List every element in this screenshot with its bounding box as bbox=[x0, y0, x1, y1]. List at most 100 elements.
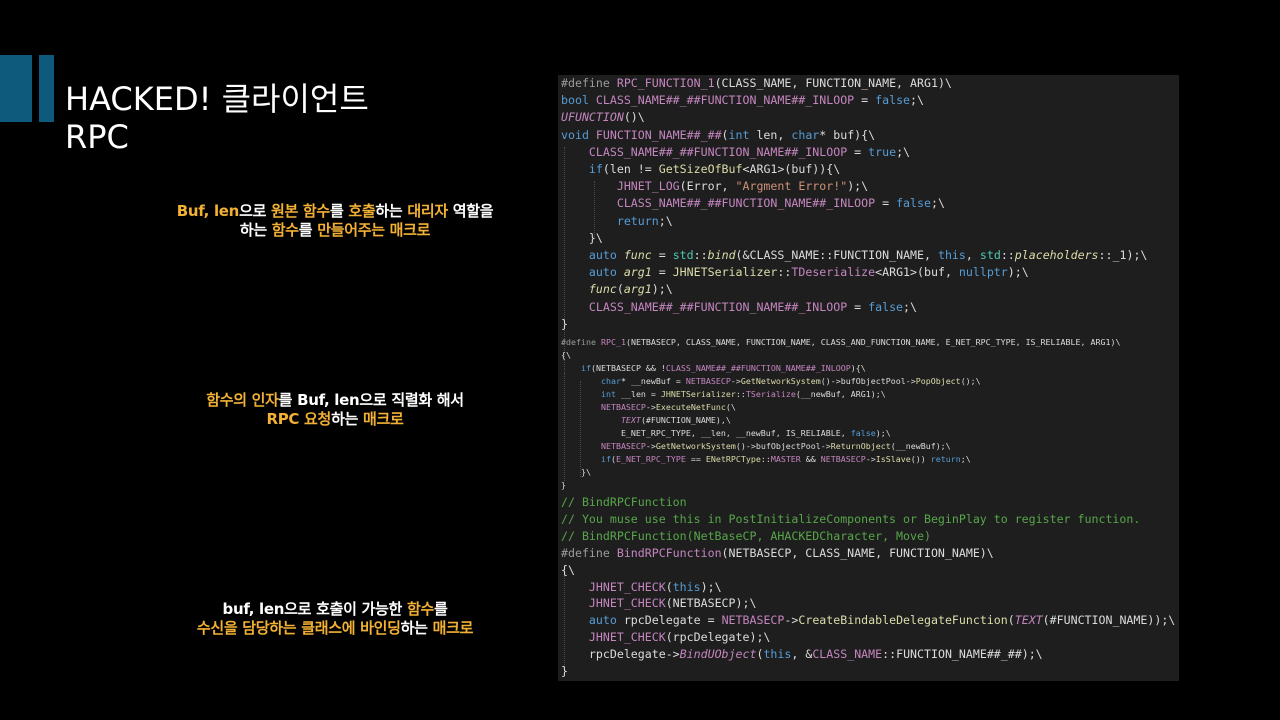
code-token: "Argment Error!" bbox=[735, 179, 848, 194]
code-token: , bbox=[965, 248, 980, 262]
code-line: int __len = JHNETSerializer::TSerialize(… bbox=[561, 389, 886, 399]
code-token: CLASS_NAME##_##FUNCTION_NAME##_INLOOP bbox=[561, 144, 848, 159]
code-token: :: bbox=[760, 454, 771, 464]
code-token: E_NET_RPC_TYPE, __len, __newBuf, IS_RELI… bbox=[561, 428, 851, 438]
code-token: int bbox=[728, 127, 757, 142]
code-token: NETBASECP bbox=[561, 441, 646, 451]
note-text: 으로 bbox=[284, 600, 317, 618]
code-token: ()) bbox=[910, 454, 931, 464]
code-token: CLASS_NAME##_##FUNCTION_NAME##_INLOOP bbox=[595, 93, 855, 108]
code-line: CLASS_NAME##_##FUNCTION_NAME##_INLOOP = … bbox=[561, 300, 917, 314]
code-token: GetNetworkSystem bbox=[655, 441, 736, 451]
note-text: 를 bbox=[278, 391, 298, 409]
note-text: 하는 bbox=[375, 202, 408, 220]
code-token: PopObject bbox=[915, 376, 961, 386]
slide-title: HACKED! 클라이언트 RPC bbox=[65, 80, 369, 156]
code-token: } bbox=[561, 664, 568, 678]
note-text: 함수의 인자 bbox=[206, 391, 279, 409]
code-token: std bbox=[979, 248, 1001, 262]
note-text: 함수 bbox=[271, 221, 299, 239]
note-delegate-macro: Buf, len으로 원본 함수를 호출하는 대리자 역할을 하는 함수를 만들… bbox=[120, 202, 550, 240]
code-token: );\ bbox=[651, 282, 673, 297]
code-token: this bbox=[937, 248, 966, 262]
code-token: ( bbox=[616, 282, 624, 297]
code-token: -> bbox=[865, 454, 876, 464]
note-text: 역할을 bbox=[447, 202, 494, 220]
code-token: = bbox=[847, 144, 869, 159]
note-text: 으로 bbox=[239, 202, 271, 220]
code-token: false bbox=[875, 93, 911, 108]
code-token: rpcDelegate-> bbox=[561, 647, 680, 662]
code-token: );\ bbox=[1007, 265, 1029, 280]
code-token: }\ bbox=[561, 230, 603, 245]
code-token: (NETBASECP);\ bbox=[665, 596, 757, 611]
code-line: CLASS_NAME##_##FUNCTION_NAME##_INLOOP = … bbox=[561, 196, 945, 210]
code-token: (#FUNCTION_NAME));\ bbox=[1042, 613, 1176, 628]
code-line: void FUNCTION_NAME##_##(int len, char* b… bbox=[561, 128, 875, 142]
code-line: TEXT(#FUNCTION_NAME),\ bbox=[561, 415, 731, 425]
note-text: 하는 bbox=[239, 221, 272, 239]
code-line: } bbox=[561, 480, 566, 490]
code-token: E_NET_RPC_TYPE bbox=[615, 454, 686, 464]
code-token: BindUObject bbox=[679, 647, 757, 662]
code-token: } bbox=[561, 480, 566, 490]
note-text: buf, len bbox=[222, 600, 285, 618]
code-token: JHNETSerializer bbox=[672, 265, 778, 280]
code-token: true bbox=[868, 144, 897, 159]
code-token: bind bbox=[707, 248, 736, 262]
code-token: (NETBASECP, CLASS_NAME, FUNCTION_NAME)\ bbox=[721, 545, 994, 560]
code-token: NETBASECP bbox=[685, 376, 731, 386]
code-token: :: bbox=[1000, 248, 1015, 262]
code-token: NETBASECP bbox=[820, 454, 866, 464]
code-token: = bbox=[875, 196, 897, 211]
note-serialize-macro: 함수의 인자를 Buf, len으로 직렬화 해서 RPC 요청하는 매크로 bbox=[120, 391, 550, 429]
code-token: JHNETSerializer bbox=[660, 389, 736, 399]
code-token: int bbox=[561, 389, 621, 399]
code-token: if bbox=[561, 363, 591, 373]
code-token: * __newBuf = bbox=[620, 376, 686, 386]
code-screenshot: #define RPC_FUNCTION_1(CLASS_NAME, FUNCT… bbox=[558, 75, 1179, 681]
accent-bar-right bbox=[39, 55, 54, 122]
code-token: ;\ bbox=[658, 213, 673, 228]
code-line: char* __newBuf = NETBASECP->GetNetworkSy… bbox=[561, 376, 981, 386]
code-token: if bbox=[561, 162, 603, 176]
code-token: #define bbox=[561, 545, 617, 560]
code-token: -> bbox=[730, 376, 741, 386]
slide-title-line1: HACKED! 클라이언트 bbox=[65, 80, 369, 118]
code-token: :: bbox=[735, 389, 746, 399]
code-token: }\ bbox=[561, 467, 591, 477]
note-text: 으로 bbox=[359, 391, 392, 409]
code-token: // You muse use this in PostInitializeCo… bbox=[561, 511, 1141, 526]
code-line: {\ bbox=[561, 350, 571, 360]
slide-title-line2: RPC bbox=[65, 118, 129, 156]
code-line: bool CLASS_NAME##_##FUNCTION_NAME##_INLO… bbox=[561, 93, 924, 107]
code-token: (&CLASS_NAME::FUNCTION_NAME, bbox=[735, 248, 938, 262]
code-token: CreateBindableDelegateFunction bbox=[798, 613, 1008, 628]
code-token: && bbox=[800, 454, 821, 464]
code-token: return bbox=[561, 213, 659, 228]
code-token: JHNET_CHECK bbox=[561, 579, 666, 594]
accent-bar-left bbox=[0, 55, 32, 122]
note-text: 원본 함수 bbox=[271, 202, 330, 220]
code-token: (\ bbox=[725, 402, 736, 412]
code-token: (__newBuf, ARG1);\ bbox=[795, 389, 886, 399]
code-token: );\ bbox=[875, 428, 891, 438]
code-token: func bbox=[561, 282, 617, 297]
code-token: NETBASECP bbox=[561, 402, 646, 412]
code-token: == bbox=[685, 454, 706, 464]
note-text: 를 bbox=[298, 221, 318, 239]
code-token: (CLASS_NAME, FUNCTION_NAME, ARG1)\ bbox=[714, 76, 952, 90]
code-token: TSerialize bbox=[745, 389, 796, 399]
code-line: JHNET_LOG(Error, "Argment Error!");\ bbox=[561, 179, 868, 193]
code-token: false bbox=[896, 196, 931, 211]
note-text: Buf, len bbox=[297, 391, 360, 409]
code-line: CLASS_NAME##_##FUNCTION_NAME##_INLOOP = … bbox=[561, 145, 910, 159]
code-line: #define RPC_FUNCTION_1(CLASS_NAME, FUNCT… bbox=[561, 76, 952, 90]
code-token: // BindRPCFunction(NetBaseCP, AHACKEDCha… bbox=[561, 528, 931, 543]
code-token: RPC_FUNCTION_1 bbox=[616, 76, 715, 90]
code-token: bool bbox=[561, 93, 596, 108]
note-line: buf, len으로 호출이 가능한 함수를 bbox=[120, 600, 550, 619]
code-token: ReturnObject bbox=[830, 441, 891, 451]
code-token: ( bbox=[721, 127, 729, 142]
code-token: len, bbox=[756, 127, 792, 142]
